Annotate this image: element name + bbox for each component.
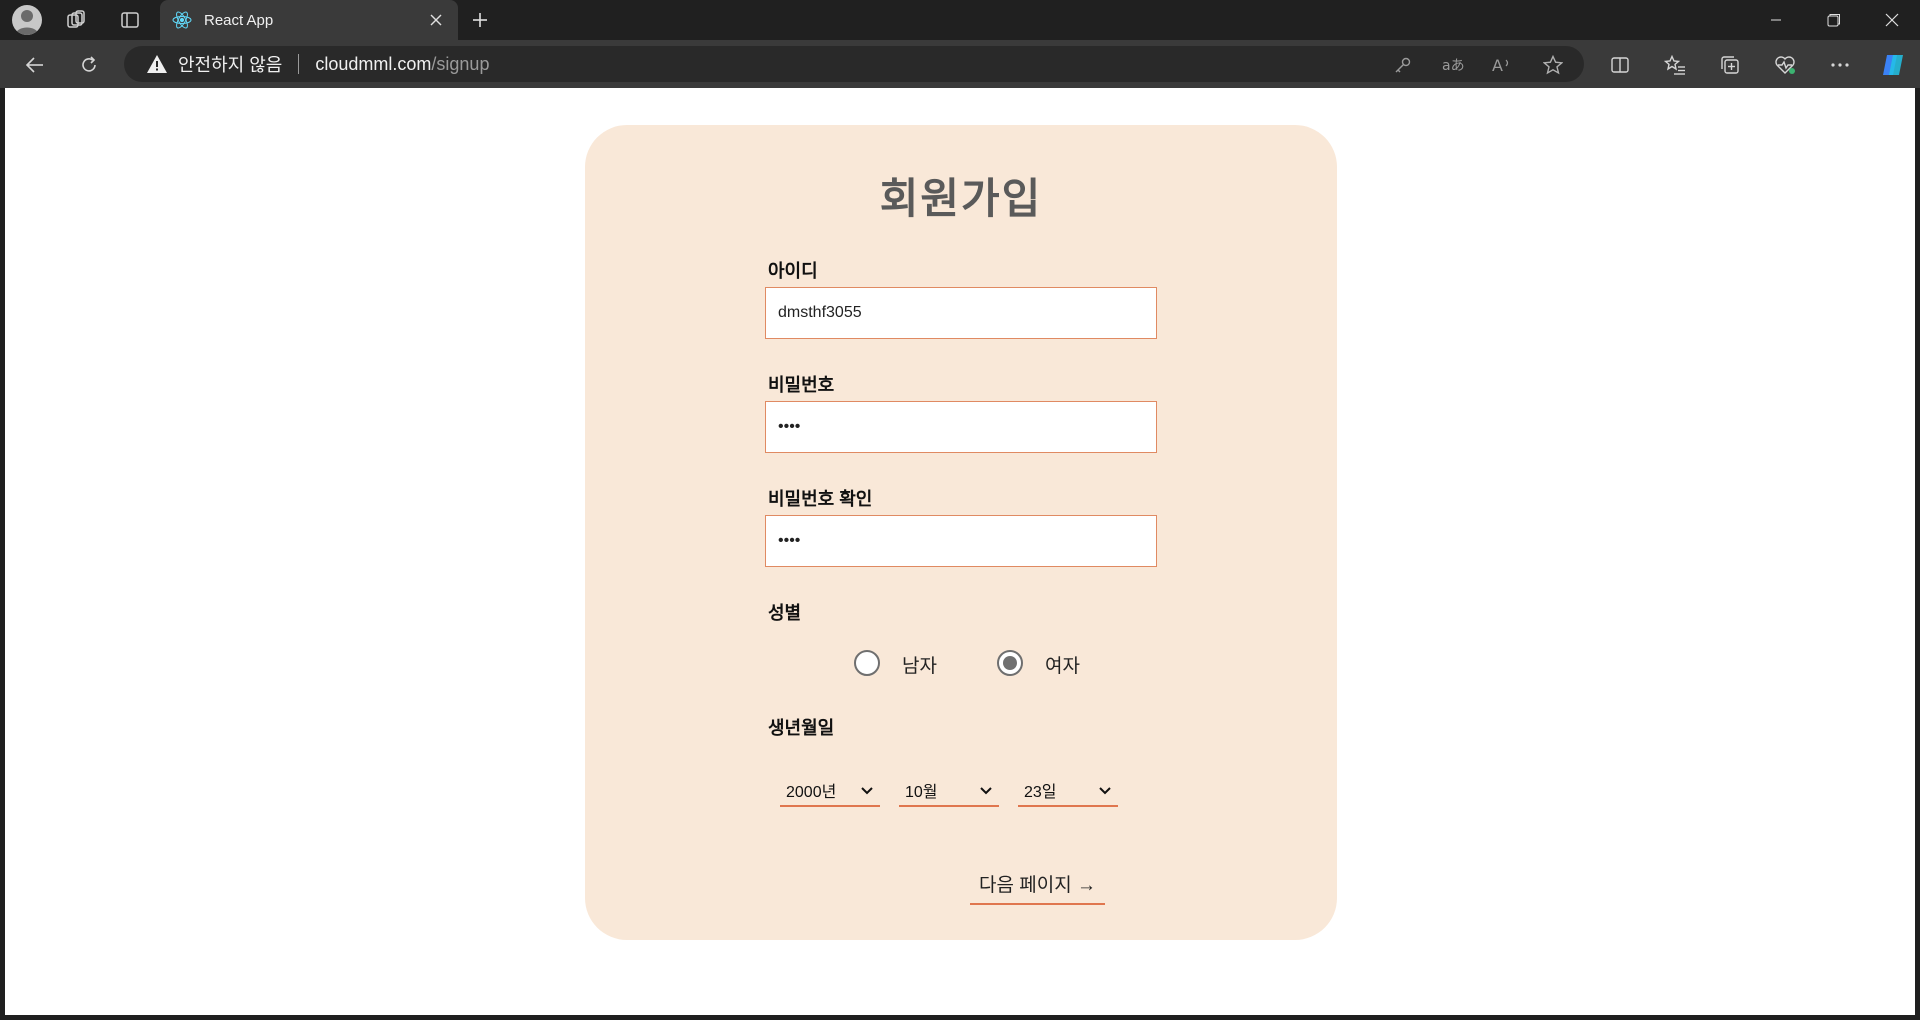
password-confirm-input[interactable] — [765, 515, 1157, 567]
read-aloud-icon[interactable]: A — [1490, 52, 1516, 78]
back-arrow-icon[interactable] — [20, 50, 50, 80]
key-icon[interactable] — [1390, 52, 1416, 78]
birth-month-value: 10월 — [905, 784, 938, 801]
collections-icon[interactable] — [1715, 50, 1745, 80]
birth-year-select[interactable]: 2000년 — [780, 775, 880, 807]
tab-react-app[interactable]: React App — [160, 0, 458, 40]
birth-day-select[interactable]: 23일 — [1018, 775, 1118, 807]
profile-avatar-icon[interactable] — [12, 5, 42, 35]
address-bar[interactable]: 안전하지 않음 cloudmml.com/signup aあ A — [124, 46, 1584, 82]
gender-radio-group: 남자 여자 — [585, 645, 1337, 681]
restore-icon[interactable] — [1806, 0, 1862, 40]
favorite-star-icon[interactable] — [1540, 52, 1566, 78]
password-input[interactable] — [765, 401, 1157, 453]
gender-female-label[interactable]: 여자 — [1045, 651, 1080, 678]
workspaces-icon[interactable] — [62, 6, 90, 34]
signup-card: 회원가입 아이디 비밀번호 비밀번호 확인 성별 남자 여자 생년월일 2000… — [585, 125, 1337, 940]
chevron-down-icon — [979, 784, 993, 798]
id-input[interactable] — [765, 287, 1157, 339]
page-viewport: 회원가입 아이디 비밀번호 비밀번호 확인 성별 남자 여자 생년월일 2000… — [5, 88, 1915, 1015]
svg-text:A: A — [1492, 56, 1503, 74]
gender-male-label[interactable]: 남자 — [902, 651, 937, 678]
translate-icon[interactable]: aあ — [1440, 52, 1466, 78]
password-confirm-label: 비밀번호 확인 — [768, 489, 873, 509]
chevron-down-icon — [860, 784, 874, 798]
page-title: 회원가입 — [879, 175, 1043, 222]
copilot-icon[interactable] — [1878, 50, 1908, 80]
birth-month-select[interactable]: 10월 — [899, 775, 999, 807]
password-label: 비밀번호 — [768, 375, 835, 395]
security-label[interactable]: 안전하지 않음 — [178, 51, 282, 77]
birth-label: 생년월일 — [768, 718, 835, 738]
tab-close-icon[interactable] — [426, 10, 446, 30]
gender-male-radio[interactable] — [854, 650, 880, 676]
favorites-icon[interactable] — [1660, 50, 1690, 80]
new-tab-icon[interactable] — [466, 6, 494, 34]
window-close-icon[interactable] — [1864, 0, 1920, 40]
browser-essentials-icon[interactable] — [1770, 50, 1800, 80]
warning-icon[interactable] — [146, 54, 168, 74]
gender-label: 성별 — [768, 603, 802, 623]
birth-year-value: 2000년 — [786, 784, 837, 801]
more-options-icon[interactable] — [1825, 50, 1855, 80]
tab-title: React App — [204, 11, 274, 29]
url-path: /signup — [431, 53, 490, 74]
svg-text:aあ: aあ — [1442, 58, 1464, 74]
address-separator — [298, 54, 300, 74]
tab-strip: React App — [0, 0, 1920, 40]
url-host: cloudmml.com — [315, 53, 432, 74]
browser-toolbar: 안전하지 않음 cloudmml.com/signup aあ A — [0, 40, 1920, 88]
react-logo-icon — [172, 10, 192, 30]
vertical-tabs-icon[interactable] — [116, 6, 144, 34]
chevron-down-icon — [1098, 784, 1112, 798]
birth-day-value: 23일 — [1024, 784, 1057, 801]
next-page-button[interactable]: 다음 페이지 → — [970, 863, 1105, 905]
refresh-icon[interactable] — [74, 50, 104, 80]
split-screen-icon[interactable] — [1605, 50, 1635, 80]
minimize-icon[interactable] — [1748, 0, 1804, 40]
id-label: 아이디 — [768, 261, 818, 281]
gender-female-radio[interactable] — [997, 650, 1023, 676]
